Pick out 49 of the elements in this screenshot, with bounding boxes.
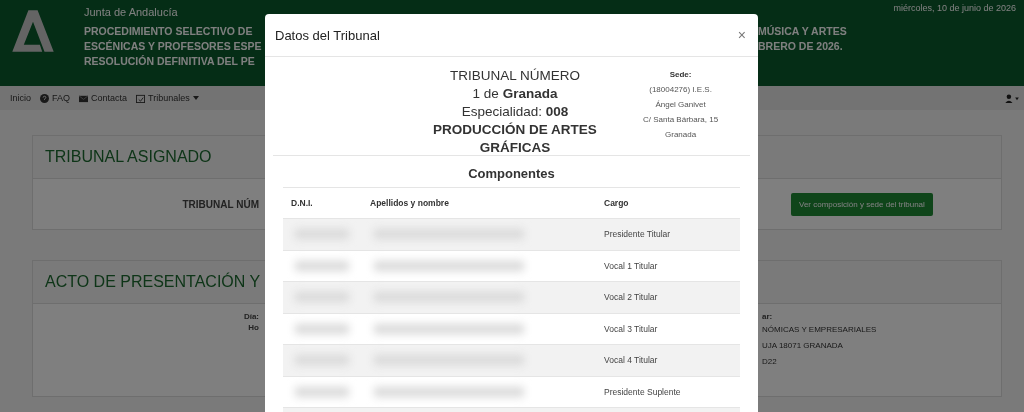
detail-text: UJA 18071 GRANADA <box>762 340 843 352</box>
calendar-icon <box>136 93 146 103</box>
tribunal-heading-line: TRIBUNAL NÚMERO <box>450 67 580 85</box>
sede-text: Ángel Ganivet <box>655 99 706 111</box>
blurred-text <box>295 323 349 334</box>
section-title: ACTO DE PRESENTACIÓN Y <box>45 273 261 291</box>
table-cell-text: Vocal 2 Titular <box>603 292 658 303</box>
nav-link[interactable]: Tribunales <box>136 93 199 103</box>
sede-label: Sede: <box>669 69 692 81</box>
column-header: D.N.I. <box>290 198 314 208</box>
section-heading: Componentes <box>468 166 555 181</box>
detail-label: Ho <box>248 323 259 332</box>
blurred-text <box>295 260 349 271</box>
sede-text: C/ Santa Bárbara, 15 <box>643 114 719 126</box>
nav-link[interactable]: Inicio <box>10 93 31 103</box>
view-tribunal-button[interactable]: Ver composición y sede del tribunal <box>791 192 933 216</box>
detail-label: ar: <box>762 312 773 321</box>
sede-text: (18004276) I.E.S. <box>649 84 712 96</box>
table-cell-text: Presidente Suplente <box>603 386 681 397</box>
page-title-line: PROCEDIMIENTO SELECTIVO DE <box>84 24 253 39</box>
column-header: Apellidos y nombre <box>369 198 450 208</box>
date-text: miércoles, 10 de junio de 2026 <box>893 3 1016 13</box>
user-menu-icon[interactable] <box>1005 94 1020 103</box>
sede-text: Granada <box>665 129 697 141</box>
modal-title: Datos del Tribunal <box>275 27 380 43</box>
organization-name: Junta de Andalucía <box>84 6 178 18</box>
page-title-line: RESOLUCIÓN DEFINITIVA DEL PE <box>84 54 255 69</box>
section-title: TRIBUNAL ASIGNADO <box>45 148 212 166</box>
logo-icon <box>10 8 56 54</box>
nav-link[interactable]: Contacta <box>79 93 128 103</box>
detail-label: Día: <box>243 312 259 321</box>
column-header: Cargo <box>603 198 630 208</box>
help-icon <box>40 93 49 103</box>
detail-text: NÓMICAS Y EMPRESARIALES <box>762 324 877 336</box>
table-cell-text: Vocal 3 Titular <box>603 323 658 334</box>
detail-text: D22 <box>762 356 777 368</box>
table-cell-text: Vocal 1 Titular <box>603 260 658 271</box>
close-button[interactable]: × <box>735 27 748 43</box>
tribunal-heading-line: 1 de Granada <box>472 85 558 103</box>
blurred-text <box>295 386 349 397</box>
tribunal-heading-line: Especialidad: 008 PRODUCCIÓN DE ARTES GRÁFICAS <box>432 103 598 157</box>
page-title-line: MÚSICA Y ARTES <box>758 24 847 39</box>
table-cell-text: Vocal 4 Titular <box>603 355 658 366</box>
tribunal-label: TRIBUNAL NÚM <box>182 198 259 210</box>
table-cell-text: Presidente Titular <box>603 229 671 240</box>
envelope-icon <box>79 93 89 103</box>
page-title-line: BRERO DE 2026. <box>758 39 843 54</box>
page-title-line: ESCÉNICAS Y PROFESORES ESPE <box>84 39 262 54</box>
nav-link[interactable]: FAQ <box>40 93 71 103</box>
